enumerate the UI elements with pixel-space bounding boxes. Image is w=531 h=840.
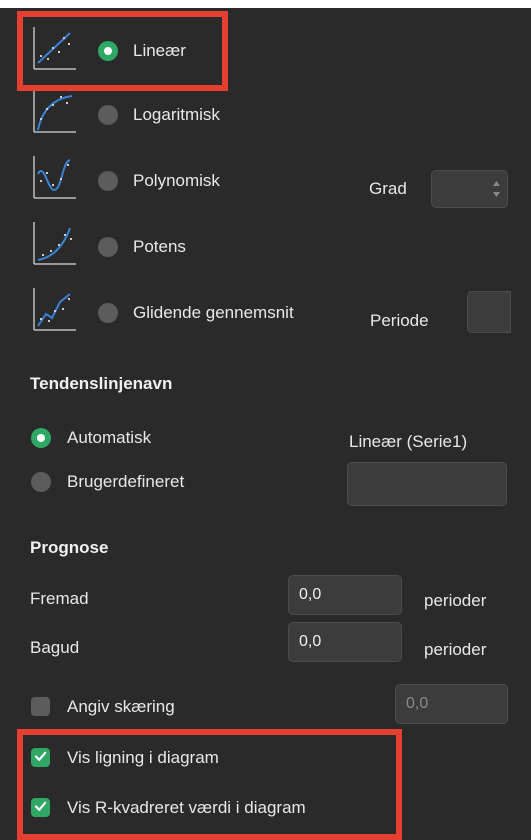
automatic-name-value: Lineær (Serie1) — [349, 432, 468, 451]
highlight-box-linear — [17, 11, 228, 91]
custom-radio[interactable] — [31, 472, 51, 492]
intercept-value: 0,0 — [406, 695, 429, 712]
forward-label: Fremad — [30, 589, 89, 608]
moving-average-label[interactable]: Glidende gennemsnit — [133, 303, 294, 323]
automatic-radio[interactable] — [31, 428, 51, 448]
power-label[interactable]: Potens — [133, 237, 186, 257]
power-radio[interactable] — [98, 237, 118, 257]
degree-label: Grad — [369, 179, 407, 198]
degree-stepper[interactable] — [431, 170, 508, 208]
period-label: Periode — [370, 311, 429, 330]
automatic-label[interactable]: Automatisk — [67, 428, 151, 448]
custom-name-input[interactable] — [347, 462, 507, 506]
stepper-arrows-icon[interactable] — [492, 178, 501, 200]
logarithmic-label[interactable]: Logaritmisk — [133, 105, 220, 125]
backward-input[interactable]: 0,0 — [288, 622, 402, 662]
highlight-box-display-options — [17, 729, 402, 840]
intercept-label[interactable]: Angiv skæring — [67, 697, 175, 717]
forward-value: 0,0 — [299, 586, 322, 603]
forward-input[interactable]: 0,0 — [288, 575, 402, 615]
trendline-options-panel: Lineær Logaritmisk Polynomisk Grad Poten… — [0, 8, 531, 840]
logarithmic-radio[interactable] — [98, 105, 118, 125]
polynomial-trend-icon[interactable] — [30, 154, 76, 200]
polynomial-radio[interactable] — [98, 171, 118, 191]
power-trend-icon[interactable] — [30, 220, 76, 266]
intercept-checkbox[interactable] — [31, 697, 50, 716]
trendline-name-heading: Tendenslinjenavn — [30, 374, 173, 393]
moving-average-trend-icon[interactable] — [30, 286, 76, 332]
custom-label[interactable]: Brugerdefineret — [67, 472, 184, 492]
backward-unit: perioder — [424, 640, 487, 659]
moving-average-radio[interactable] — [98, 303, 118, 323]
backward-value: 0,0 — [299, 633, 322, 650]
backward-label: Bagud — [30, 638, 80, 657]
intercept-input[interactable]: 0,0 — [395, 684, 508, 724]
period-input[interactable] — [467, 291, 511, 333]
polynomial-label[interactable]: Polynomisk — [133, 171, 220, 191]
forward-unit: perioder — [424, 591, 487, 610]
logarithmic-trend-icon[interactable] — [30, 88, 76, 134]
forecast-heading: Prognose — [30, 538, 109, 557]
